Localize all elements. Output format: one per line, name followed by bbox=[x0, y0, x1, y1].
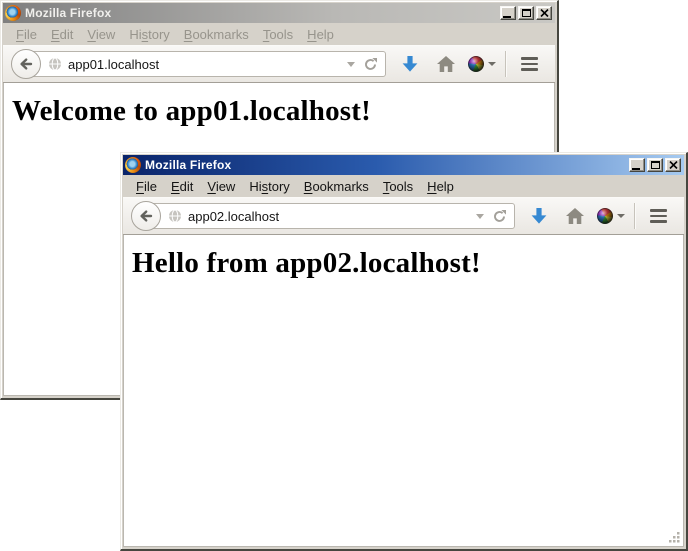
home-button[interactable] bbox=[428, 48, 464, 80]
minimize-button[interactable] bbox=[500, 6, 516, 20]
color-wheel-caret-icon bbox=[617, 214, 625, 218]
download-button[interactable] bbox=[521, 200, 557, 232]
app-menu-button[interactable] bbox=[511, 48, 547, 80]
navigation-toolbar: app01.localhost bbox=[3, 45, 555, 83]
close-icon bbox=[540, 9, 549, 17]
close-button[interactable] bbox=[536, 6, 552, 20]
page-content-app02: Hello from app02.localhost! bbox=[123, 235, 684, 547]
window-title: Mozilla Firefox bbox=[25, 6, 496, 20]
maximize-icon bbox=[651, 161, 660, 169]
menu-history[interactable]: History bbox=[122, 24, 176, 45]
download-icon bbox=[529, 206, 549, 226]
maximize-button[interactable] bbox=[518, 6, 534, 20]
menu-bookmarks[interactable]: Bookmarks bbox=[177, 24, 256, 45]
menu-bar: File Edit View History Bookmarks Tools H… bbox=[3, 23, 555, 45]
menu-help[interactable]: Help bbox=[420, 176, 461, 197]
hamburger-icon bbox=[521, 57, 538, 71]
toolbar-separator bbox=[505, 51, 506, 77]
menu-bookmarks[interactable]: Bookmarks bbox=[297, 176, 376, 197]
url-text: app01.localhost bbox=[68, 57, 341, 72]
color-wheel-button[interactable] bbox=[464, 48, 500, 80]
title-bar[interactable]: Mozilla Firefox bbox=[123, 155, 684, 175]
page-heading: Hello from app02.localhost! bbox=[132, 247, 683, 280]
color-wheel-icon bbox=[597, 208, 613, 224]
back-button[interactable] bbox=[11, 49, 41, 79]
maximize-icon bbox=[522, 9, 531, 17]
url-text: app02.localhost bbox=[188, 209, 470, 224]
reload-icon[interactable] bbox=[492, 209, 507, 224]
hamburger-icon bbox=[650, 209, 667, 223]
globe-icon bbox=[48, 57, 62, 71]
color-wheel-icon bbox=[468, 56, 484, 72]
page-heading: Welcome to app01.localhost! bbox=[12, 95, 554, 128]
window-title: Mozilla Firefox bbox=[145, 158, 625, 172]
back-arrow-icon bbox=[138, 208, 154, 224]
close-button[interactable] bbox=[665, 158, 681, 172]
menu-tools[interactable]: Tools bbox=[376, 176, 420, 197]
navigation-toolbar: app02.localhost bbox=[123, 197, 684, 235]
window-controls bbox=[629, 158, 682, 172]
reload-icon[interactable] bbox=[363, 57, 378, 72]
urlbar-dropdown-icon[interactable] bbox=[347, 62, 355, 67]
firefox-icon[interactable] bbox=[5, 5, 21, 21]
menu-history[interactable]: History bbox=[242, 176, 296, 197]
url-bar[interactable]: app02.localhost bbox=[146, 203, 515, 229]
download-button[interactable] bbox=[392, 48, 428, 80]
download-icon bbox=[400, 54, 420, 74]
url-bar[interactable]: app01.localhost bbox=[26, 51, 386, 77]
toolbar-buttons bbox=[392, 48, 547, 80]
menu-view[interactable]: View bbox=[200, 176, 242, 197]
back-arrow-icon bbox=[18, 56, 34, 72]
globe-icon bbox=[168, 209, 182, 223]
menu-edit[interactable]: Edit bbox=[164, 176, 200, 197]
firefox-icon[interactable] bbox=[125, 157, 141, 173]
menu-bar: File Edit View History Bookmarks Tools H… bbox=[123, 175, 684, 197]
menu-file[interactable]: File bbox=[129, 176, 164, 197]
toolbar-buttons bbox=[521, 200, 676, 232]
menu-file[interactable]: File bbox=[9, 24, 44, 45]
minimize-icon bbox=[503, 16, 511, 18]
back-button[interactable] bbox=[131, 201, 161, 231]
resize-grip-icon[interactable] bbox=[666, 529, 682, 545]
browser-window-app02: Mozilla Firefox File Edit View History B… bbox=[120, 152, 688, 551]
toolbar-separator bbox=[634, 203, 635, 229]
home-icon bbox=[565, 207, 585, 225]
home-button[interactable] bbox=[557, 200, 593, 232]
urlbar-dropdown-icon[interactable] bbox=[476, 214, 484, 219]
menu-help[interactable]: Help bbox=[300, 24, 341, 45]
maximize-button[interactable] bbox=[647, 158, 663, 172]
minimize-icon bbox=[632, 168, 640, 170]
menu-edit[interactable]: Edit bbox=[44, 24, 80, 45]
minimize-button[interactable] bbox=[629, 158, 645, 172]
app-menu-button[interactable] bbox=[640, 200, 676, 232]
color-wheel-caret-icon bbox=[488, 62, 496, 66]
window-controls bbox=[500, 6, 553, 20]
color-wheel-button[interactable] bbox=[593, 200, 629, 232]
title-bar[interactable]: Mozilla Firefox bbox=[3, 3, 555, 23]
menu-view[interactable]: View bbox=[80, 24, 122, 45]
close-icon bbox=[669, 161, 678, 169]
menu-tools[interactable]: Tools bbox=[256, 24, 300, 45]
home-icon bbox=[436, 55, 456, 73]
